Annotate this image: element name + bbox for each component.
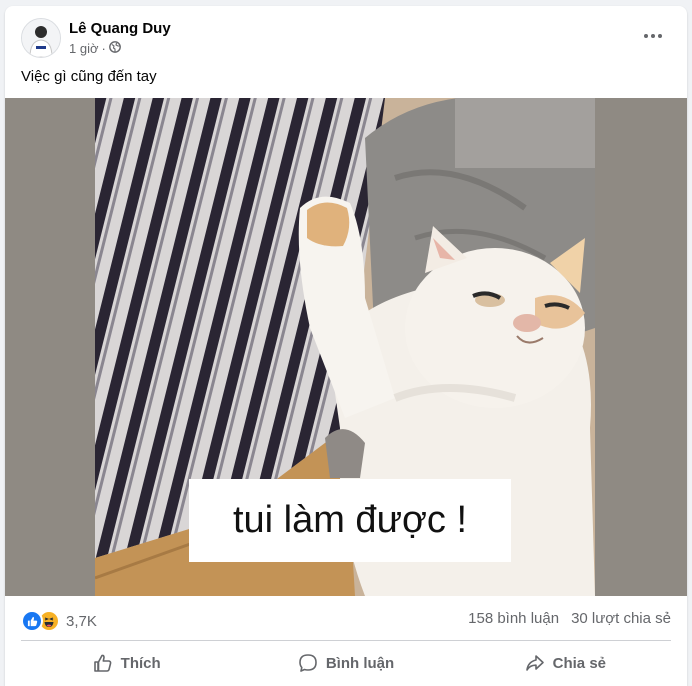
meta-separator: · — [101, 41, 106, 56]
divider — [21, 640, 671, 641]
share-label: Chia sẻ — [552, 654, 606, 672]
author-name[interactable]: Lê Quang Duy — [69, 20, 171, 37]
like-label: Thích — [120, 654, 161, 672]
post-stats: 3,7K 158 bình luận 30 lượt chia sẻ — [5, 596, 687, 640]
comment-button[interactable]: Bình luận — [236, 643, 455, 683]
like-reaction-icon — [21, 610, 43, 632]
post-caption: Việc gì cũng đến tay — [21, 68, 157, 85]
like-button[interactable]: Thích — [17, 643, 236, 683]
comments-count[interactable]: 158 bình luận — [468, 610, 559, 627]
post-header: Lê Quang Duy 1 giờ · — [5, 6, 687, 62]
avatar-image — [22, 19, 60, 57]
image-text-overlay: tui làm được ! — [189, 479, 511, 562]
comment-label: Bình luận — [325, 654, 395, 672]
shares-count[interactable]: 30 lượt chia sẻ — [571, 610, 671, 627]
share-icon — [525, 653, 545, 673]
reactions-summary[interactable]: 3,7K — [21, 610, 97, 632]
more-options-icon[interactable] — [641, 24, 665, 48]
avatar[interactable] — [21, 18, 61, 58]
post-meta: 1 giờ · — [69, 41, 121, 56]
reaction-count: 3,7K — [66, 612, 97, 630]
globe-icon[interactable] — [108, 41, 121, 56]
post-actions: Thích Bình luận Chia sẻ — [17, 643, 675, 683]
post-image[interactable]: tui làm được ! — [5, 98, 687, 596]
post-card: Lê Quang Duy 1 giờ · Việc gì cũng đến ta… — [5, 6, 687, 686]
thumbs-up-icon — [93, 653, 113, 673]
engagement-counts: 158 bình luận 30 lượt chia sẻ — [468, 610, 671, 627]
comment-icon — [298, 653, 318, 673]
share-button[interactable]: Chia sẻ — [456, 643, 675, 683]
post-time[interactable]: 1 giờ — [69, 41, 99, 56]
